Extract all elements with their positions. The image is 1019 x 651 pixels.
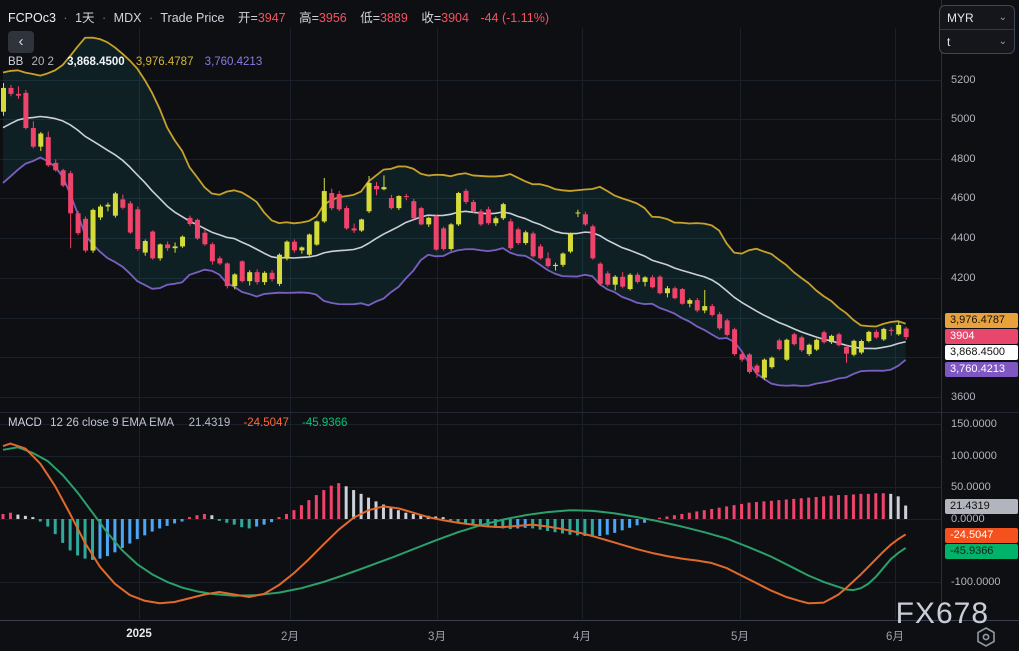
- unit-value: t: [947, 34, 951, 49]
- price-tick-3600: 3600: [951, 391, 976, 403]
- macd-signal-value: -45.9366: [302, 417, 348, 429]
- scale-selectors: MYR ⌄ t ⌄: [939, 5, 1015, 54]
- trading-app: FCPOc3 · 1天 · MDX · Trade Price 开=3947 高…: [0, 0, 1019, 651]
- bb-params: 20 2: [31, 56, 54, 68]
- price-badge: 3,976.4787: [945, 313, 1018, 328]
- macd-tick-100.0000: 100.0000: [951, 450, 997, 462]
- time-label-5月: 5月: [731, 631, 749, 643]
- high-label: 高=: [299, 11, 319, 25]
- back-button[interactable]: ‹: [8, 31, 34, 53]
- macd-name: MACD: [8, 417, 42, 429]
- separator: ·: [102, 11, 107, 25]
- macd-badge: -45.9366: [945, 544, 1018, 559]
- price-badge: 3,868.4500: [945, 345, 1018, 360]
- open-value: 3947: [257, 11, 286, 25]
- currency-value: MYR: [947, 10, 974, 25]
- time-label-2月: 2月: [281, 631, 299, 643]
- macd-line-value: -24.5047: [243, 417, 289, 429]
- high-value: 3956: [318, 11, 347, 25]
- macd-hist-value: 21.4319: [188, 417, 231, 429]
- close-value: 3904: [441, 11, 469, 25]
- price-tick-4200: 4200: [951, 272, 976, 284]
- bb-upper-value: 3,976.4787: [135, 56, 194, 68]
- macd-tick--100.0000: -100.0000: [951, 576, 1001, 588]
- unit-select[interactable]: t ⌄: [940, 29, 1014, 53]
- close-label: 收=: [421, 11, 442, 25]
- low-value: 3889: [380, 11, 408, 25]
- price-tick-4800: 4800: [951, 153, 976, 165]
- interval-label[interactable]: 1天: [75, 11, 94, 25]
- macd-tick-50.0000: 50.0000: [951, 481, 991, 493]
- chart-canvas[interactable]: [0, 0, 941, 620]
- time-label-4月: 4月: [573, 631, 591, 643]
- chevron-down-icon: ⌄: [998, 36, 1007, 47]
- change-value: -44 (-1.11%): [480, 11, 549, 25]
- macd-tick-0.0000: 0.0000: [951, 513, 985, 525]
- pane-divider[interactable]: [0, 412, 1019, 413]
- macd-params: 12 26 close 9 EMA EMA: [50, 417, 174, 429]
- price-tick-5200: 5200: [951, 74, 976, 86]
- currency-select[interactable]: MYR ⌄: [940, 6, 1014, 29]
- macd-badge: 21.4319: [945, 499, 1018, 514]
- price-axis[interactable]: 520050004800460044004200400038003600150.…: [941, 0, 1019, 620]
- price-badge: 3904: [945, 329, 1018, 344]
- exchange-label: MDX: [113, 11, 142, 25]
- macd-tick-150.0000: 150.0000: [951, 418, 997, 430]
- separator: ·: [148, 11, 154, 25]
- price-type-label: Trade Price: [160, 11, 225, 25]
- bb-lower-value: 3,760.4213: [204, 56, 263, 68]
- time-label-2025: 2025: [126, 628, 152, 640]
- price-tick-4400: 4400: [951, 232, 976, 244]
- macd-badge: -24.5047: [945, 528, 1018, 543]
- bb-indicator-legend[interactable]: BB 20 2 3,868.4500 3,976.4787 3,760.4213: [8, 56, 262, 68]
- time-axis[interactable]: 2025 2月 3月 4月 5月 6月: [0, 620, 1019, 651]
- symbol-name[interactable]: FCPOc3: [8, 11, 56, 25]
- macd-indicator-legend[interactable]: MACD 12 26 close 9 EMA EMA 21.4319 -24.5…: [8, 417, 347, 429]
- price-tick-4600: 4600: [951, 192, 976, 204]
- bb-name: BB: [8, 56, 24, 68]
- open-label: 开=: [238, 11, 258, 25]
- fx678-watermark: FX678: [895, 597, 989, 630]
- time-label-3月: 3月: [428, 631, 446, 643]
- symbol-header: FCPOc3 · 1天 · MDX · Trade Price 开=3947 高…: [8, 7, 549, 26]
- chevron-down-icon: ⌄: [998, 12, 1007, 23]
- bb-basis-value: 3,868.4500: [67, 56, 125, 68]
- low-label: 低=: [360, 11, 381, 25]
- price-tick-5000: 5000: [951, 113, 976, 125]
- price-badge: 3,760.4213: [945, 362, 1018, 377]
- separator: ·: [63, 11, 68, 25]
